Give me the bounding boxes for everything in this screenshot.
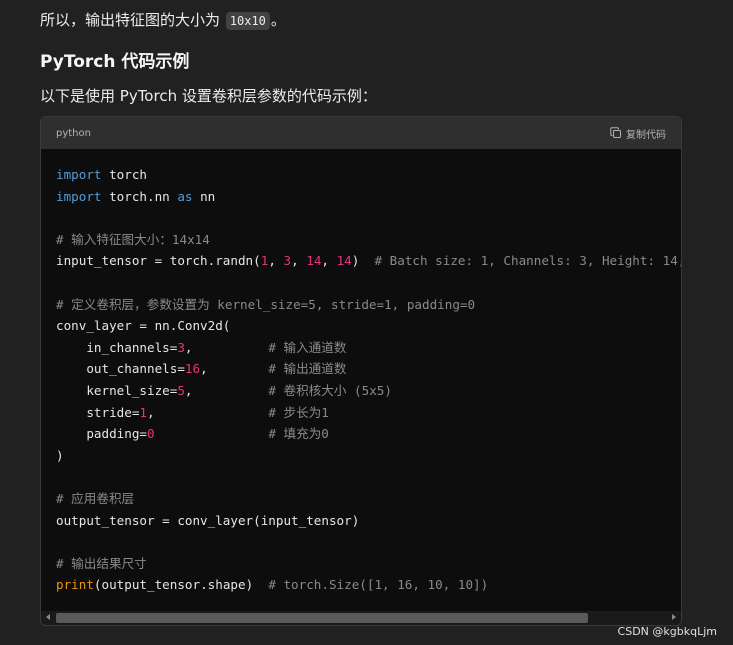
code-token: kernel_size= (56, 382, 178, 398)
section-heading: PyTorch 代码示例 (40, 52, 190, 72)
code-token: 3 (177, 339, 185, 355)
code-line: ) (56, 445, 681, 467)
code-line: # 应用卷积层 (56, 488, 681, 510)
code-token: output_tensor = conv_layer(input_tensor) (56, 512, 360, 528)
code-token: import (56, 188, 102, 204)
code-line: conv_layer = nn.Conv2d( (56, 315, 681, 337)
code-token: print (56, 577, 94, 593)
code-token: 14 (336, 253, 352, 269)
code-token: import (56, 167, 102, 182)
code-language-label: python (56, 127, 91, 139)
code-token: 14 (306, 253, 322, 269)
code-token: # torch.Size([1, 16, 10, 10]) (268, 577, 489, 593)
code-line: input_tensor = torch.randn(1, 3, 14, 14)… (56, 250, 681, 272)
copy-icon (610, 127, 622, 139)
copy-code-button[interactable]: 复制代码 (610, 126, 666, 141)
code-token: as (177, 188, 193, 204)
code-token: # 输入特征图大小：14x14 (56, 231, 210, 247)
code-line: print(output_tensor.shape) # torch.Size(… (56, 574, 681, 596)
code-token: conv_layer = nn.Conv2d( (56, 318, 231, 334)
code-token: padding= (56, 426, 147, 442)
code-token: out_channels= (56, 361, 185, 377)
code-line: out_channels=16, # 输出通道数 (56, 358, 681, 380)
intro-text-end: 。 (270, 11, 286, 29)
code-body: import torch import torch.nn as nn # 输入特征… (41, 150, 681, 610)
code-token: 3 (283, 253, 292, 269)
code-token: torch.nn (101, 188, 178, 204)
page: 所以，输出特征图的大小为 10x10。 PyTorch 代码示例 以下是使用 P… (0, 0, 733, 645)
code-line: padding=0 # 填充为0 (56, 423, 681, 445)
code-line: # 输入特征图大小：14x14 (56, 229, 681, 251)
code-token: , (268, 253, 284, 269)
copy-code-label: 复制代码 (626, 129, 666, 141)
code-line: import torch.nn as nn (56, 186, 681, 208)
code-line: stride=1, # 步长为1 (56, 402, 681, 424)
code-line: in_channels=3, # 输入通道数 (56, 337, 681, 359)
scroll-left-arrow-icon[interactable] (46, 614, 50, 620)
code-token: (output_tensor.shape) (93, 577, 269, 593)
code-token: # 填充为0 (268, 426, 329, 442)
intro-text: 所以，输出特征图的大小为 (40, 11, 225, 29)
code-token: nn (192, 188, 216, 204)
code-token: # 输入通道数 (268, 339, 347, 355)
code-token: , (184, 382, 269, 398)
code-token: 5 (177, 382, 185, 398)
intro-paragraph: 所以，输出特征图的大小为 10x10。 (40, 8, 286, 32)
watermark: CSDN @kgbkqLjm (617, 625, 717, 638)
code-token: 16 (184, 361, 201, 377)
code-token: 0 (147, 426, 155, 442)
code-token: , (200, 361, 269, 377)
code-token: # 定义卷积层，参数设置为 kernel_size=5, stride=1, p… (56, 296, 476, 312)
code-token: input_tensor = torch.randn( (56, 253, 261, 269)
code-token: stride= (56, 404, 140, 420)
code-token: # 应用卷积层 (56, 490, 135, 506)
code-line: # 输出结果尺寸 (56, 553, 681, 575)
code-token: , (184, 339, 269, 355)
code-token: # Batch size: 1, Channels: 3, Height: 14… (374, 253, 681, 269)
code-token: # 输出通道数 (268, 361, 347, 377)
code-line: kernel_size=5, # 卷积核大小 (5x5) (56, 380, 681, 402)
code-token: , (321, 253, 337, 269)
scroll-right-arrow-icon[interactable] (672, 614, 676, 620)
scrollbar-thumb[interactable] (56, 613, 588, 623)
code-token: , (147, 404, 269, 420)
code-line: import torch (56, 164, 681, 186)
code-lines: import torch import torch.nn as nn # 输入特征… (56, 164, 681, 596)
code-token: # 卷积核大小 (5x5) (268, 382, 392, 398)
code-header: python 复制代码 (41, 117, 681, 149)
inline-code-result: 10x10 (225, 12, 270, 30)
code-token: ) (56, 447, 64, 463)
code-token: , (291, 253, 307, 269)
code-token: # 输出结果尺寸 (56, 555, 147, 571)
code-block: python 复制代码 import torch import torch.nn … (40, 116, 682, 626)
code-token: # 步长为1 (268, 404, 329, 420)
section-description: 以下是使用 PyTorch 设置卷积层参数的代码示例： (40, 87, 377, 105)
horizontal-scrollbar[interactable] (41, 611, 681, 625)
code-line: # 定义卷积层，参数设置为 kernel_size=5, stride=1, p… (56, 294, 681, 316)
code-token: 1 (139, 404, 147, 420)
code-token: in_channels= (56, 339, 178, 355)
code-token: ) (351, 253, 375, 269)
code-line: output_tensor = conv_layer(input_tensor) (56, 510, 681, 532)
code-token: torch (101, 167, 147, 182)
